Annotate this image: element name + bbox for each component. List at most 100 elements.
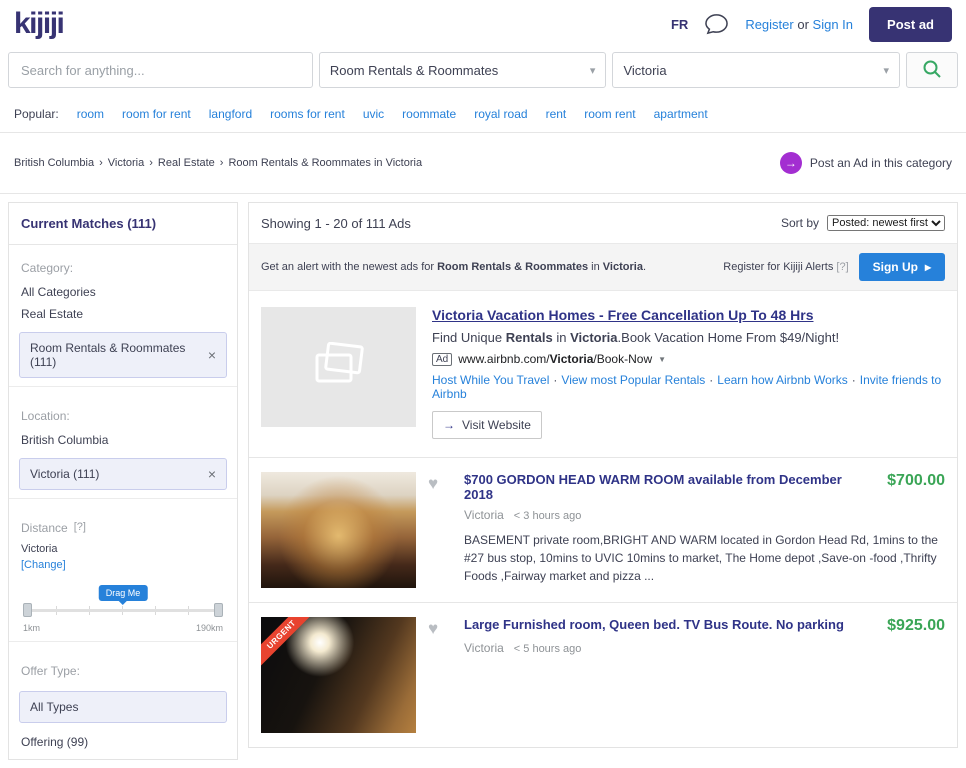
divider [9,498,237,499]
search-icon [921,58,943,83]
dot-separator: · [553,373,558,387]
category-filter-item[interactable]: Real Estate [9,303,237,325]
alert-category: Room Rentals & Roommates [437,261,589,273]
sitelink[interactable]: View most Popular Rentals [561,373,705,387]
popular-link[interactable]: uvic [363,107,384,121]
sign-in-link[interactable]: Sign In [813,17,853,32]
breadcrumb-separator: › [219,157,224,169]
distance-slider[interactable]: Drag Me [23,585,223,617]
sponsored-ad-image-placeholder[interactable] [261,307,416,427]
listing-thumbnail[interactable] [261,472,416,588]
breadcrumb-item[interactable]: Victoria [108,157,144,169]
slider-handle-max[interactable] [214,603,223,617]
heart-icon[interactable]: ♥ [428,474,438,493]
offer-type-selected-chip[interactable]: All Types [19,691,227,723]
listing-location: Victoria [464,508,504,522]
listing-title[interactable]: $700 GORDON HEAD WARM ROOM available fro… [464,472,873,502]
divider [9,641,237,642]
url-text: /Book-Now [593,352,653,366]
sponsored-ad-url: www.airbnb.com/Victoria/Book-Now [458,352,652,366]
visit-website-button[interactable]: → Visit Website [432,411,542,439]
kijiji-logo[interactable]: kijiji [14,7,65,41]
heart-icon[interactable]: ♥ [428,619,438,638]
popular-link[interactable]: apartment [654,107,708,121]
location-select[interactable]: Victoria ▾ [612,52,901,88]
category-filter-item[interactable]: All Categories [9,281,237,303]
search-button[interactable] [906,52,959,88]
current-matches-header: Current Matches (111) [9,203,237,245]
url-bold: Victoria [549,352,594,366]
offer-type-item[interactable]: Offering (99) [9,731,237,753]
popular-link[interactable]: langford [209,107,252,121]
post-ad-in-category-label: Post an Ad in this category [809,156,952,170]
url-text: www.airbnb.com/ [458,352,550,366]
sort-label: Sort by [780,216,819,230]
popular-searches: Popular: room room for rent langford roo… [0,98,966,133]
popular-link[interactable]: room for rent [122,107,191,121]
breadcrumb-current: Room Rentals & Roommates in Victoria [228,157,423,169]
alert-mid: in [591,261,600,273]
sign-up-button[interactable]: Sign Up ▸ [858,253,945,281]
listing-body: Large Furnished room, Queen bed. TV Bus … [464,617,945,733]
sitelink[interactable]: Host While You Travel [432,373,549,387]
distance-filter-section: Distance [?] Victoria [Change] Drag Me 1… [9,505,237,648]
search-input[interactable] [8,52,313,88]
popular-link[interactable]: roommate [402,107,456,121]
sponsored-ad-title[interactable]: Victoria Vacation Homes - Free Cancellat… [432,307,814,323]
listing-price: $700.00 [887,472,945,489]
location-filter-section: Location: British Columbia Victoria (111… [9,393,237,505]
urgent-badge: URGENT [261,617,320,673]
sitelink[interactable]: Learn how Airbnb Works [717,373,848,387]
breadcrumb-item[interactable]: British Columbia [14,157,94,169]
listing-row: ♥ $700 GORDON HEAD WARM ROOM available f… [249,457,957,602]
close-icon[interactable]: × [208,348,216,362]
listing-thumbnail[interactable]: URGENT [261,617,416,733]
category-select[interactable]: Room Rentals & Roommates ▾ [318,52,607,88]
popular-link[interactable]: rent [546,107,567,121]
language-toggle[interactable]: FR [671,17,688,32]
main-content: Current Matches (111) Category: All Cate… [0,194,966,768]
auth-links: Register or Sign In [745,17,853,32]
desc-text: .Book Vacation Home From $49/Night! [617,330,840,345]
arrow-right-icon: ▸ [924,260,931,274]
alert-prefix: Get an alert with the newest ads for [261,261,435,273]
help-icon[interactable]: [?] [836,261,848,273]
favorite-column: ♥ [428,617,452,733]
register-alerts-text: Register for Kijiji Alerts [723,261,834,273]
popular-link[interactable]: room rent [584,107,635,121]
category-select-value: Room Rentals & Roommates [329,62,499,78]
post-ad-in-category-link[interactable]: → Post an Ad in this category [779,152,952,174]
dot-separator: · [709,373,714,387]
category-filter-section: Category: All Categories Real Estate Roo… [9,245,237,393]
category-selected-label: Room Rentals & Roommates (111) [30,341,186,369]
offer-type-label: Offer Type: [21,664,80,678]
search-bar: Room Rentals & Roommates ▾ Victoria ▾ [0,48,966,98]
photo-placeholder-icon [311,341,367,393]
popular-link[interactable]: room [77,107,104,121]
help-icon[interactable]: [?] [74,521,86,535]
slider-handle-min[interactable] [23,603,32,617]
sort-select[interactable]: Posted: newest first [827,215,945,231]
listing-top-row: $700 GORDON HEAD WARM ROOM available fro… [464,472,945,502]
listing-time: < 3 hours ago [513,510,582,522]
register-link[interactable]: Register [745,17,793,32]
location-filter-item[interactable]: British Columbia [9,429,237,451]
messages-icon[interactable] [704,13,729,36]
listing-row: URGENT ♥ Large Furnished room, Queen bed… [249,602,957,747]
popular-link[interactable]: royal road [474,107,527,121]
close-icon[interactable]: × [208,467,216,481]
listing-time: < 5 hours ago [513,643,582,655]
offer-type-selected-label: All Types [30,700,79,714]
breadcrumb-item[interactable]: Real Estate [158,157,215,169]
distance-filter-label-row: Distance [?] [9,513,237,541]
popular-label: Popular: [14,107,59,121]
distance-change-link[interactable]: [Change] [9,557,78,571]
chevron-down-icon: ▾ [589,64,596,77]
popular-link[interactable]: rooms for rent [270,107,345,121]
sponsored-ad-body: Victoria Vacation Homes - Free Cancellat… [432,307,945,439]
post-ad-button[interactable]: Post ad [869,6,952,42]
visit-website-label: Visit Website [462,418,531,432]
slider-track [23,609,223,612]
top-bar: kijiji FR Register or Sign In Post ad [0,0,966,48]
ad-options-dropdown-icon[interactable]: ▼ [658,355,666,364]
